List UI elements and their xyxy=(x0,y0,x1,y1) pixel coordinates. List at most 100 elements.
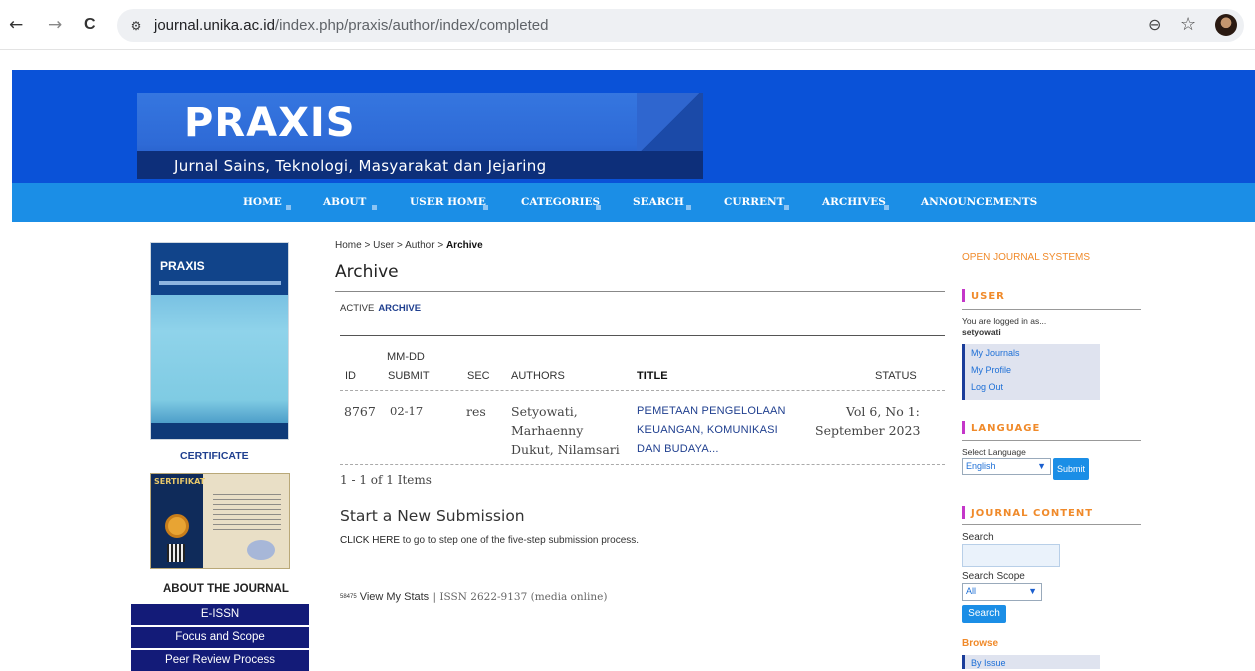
medal-icon xyxy=(165,514,189,538)
reload-icon[interactable]: C xyxy=(84,13,96,37)
ojs-link[interactable]: OPEN JOURNAL SYSTEMS xyxy=(962,251,1090,265)
language-submit-button[interactable]: Submit xyxy=(1053,458,1089,480)
journal-content-title: JOURNAL CONTENT xyxy=(971,508,1094,519)
menu-separator xyxy=(483,205,488,210)
chevron-down-icon: ▼ xyxy=(1037,461,1046,471)
row-authors-line2: Marhaenny xyxy=(511,423,584,438)
breadcrumb-current: Archive xyxy=(445,240,483,251)
qr-code-icon xyxy=(167,544,185,562)
new-submission-heading: Start a New Submission xyxy=(340,507,525,525)
row-section: res xyxy=(466,404,486,419)
search-input[interactable] xyxy=(962,544,1060,567)
block-divider xyxy=(962,524,1141,525)
cert-label: SERTIFIKAT xyxy=(154,477,206,486)
search-label: Search xyxy=(962,532,994,543)
zoom-icon[interactable]: ⊖ xyxy=(1148,15,1161,35)
log-out-link[interactable]: Log Out xyxy=(971,381,1003,393)
breadcrumb-user[interactable]: User xyxy=(373,240,394,251)
visitor-counter: 58475 xyxy=(340,594,357,601)
cover-bottom-band xyxy=(151,423,288,439)
my-profile-link[interactable]: My Profile xyxy=(971,364,1011,376)
about-item-eissn[interactable]: E-ISSN xyxy=(131,604,309,625)
breadcrumb-author[interactable]: Author xyxy=(405,240,434,251)
menu-user-home[interactable]: USER HOME xyxy=(410,195,486,209)
breadcrumb-separator: > xyxy=(394,240,406,251)
row-status-line2: September 2023 xyxy=(815,423,921,438)
row-submit-date: 02-17 xyxy=(390,404,424,418)
menu-separator xyxy=(596,205,601,210)
new-submission-description: to go to step one of the five-step submi… xyxy=(400,535,640,546)
user-block-title: USER xyxy=(971,291,1005,302)
row-title-link-line1[interactable]: PEMETAAN PENGELOLAAN xyxy=(637,402,786,421)
tab-active[interactable]: ACTIVE xyxy=(340,303,374,314)
language-value: English xyxy=(966,461,996,471)
logged-in-label: You are logged in as... xyxy=(962,316,1047,326)
language-select[interactable]: English ▼ xyxy=(962,458,1051,475)
header-title[interactable]: TITLE xyxy=(637,369,668,383)
journal-cover-image[interactable]: PRAXIS xyxy=(150,242,289,440)
row-authors-line3: Dukut, Nilamsari xyxy=(511,442,620,457)
back-arrow-icon[interactable]: ← xyxy=(9,13,23,37)
menu-archives[interactable]: ARCHIVES xyxy=(822,195,886,209)
site-subtitle: Jurnal Sains, Teknologi, Masyarakat dan … xyxy=(174,157,547,175)
menu-separator xyxy=(784,205,789,210)
breadcrumb-home[interactable]: Home xyxy=(335,240,362,251)
row-title-link-line3[interactable]: DAN BUDAYA... xyxy=(637,440,719,459)
row-authors-line1: Setyowati, xyxy=(511,404,578,419)
search-scope-label: Search Scope xyxy=(962,571,1025,582)
new-submission-text: CLICK HERE to go to step one of the five… xyxy=(340,534,639,548)
search-button[interactable]: Search xyxy=(962,605,1006,623)
forward-arrow-icon[interactable]: → xyxy=(48,13,62,37)
site-info-icon[interactable]: ⚙ xyxy=(126,16,146,36)
username: setyowati xyxy=(962,327,1001,337)
stats-footer: 58475 View My Stats | ISSN 2622-9137 (med… xyxy=(340,590,607,604)
row-status-line1: Vol 6, No 1: xyxy=(846,404,920,419)
chevron-down-icon: ▼ xyxy=(1028,586,1037,596)
block-divider xyxy=(962,309,1141,310)
header-divider xyxy=(340,390,945,391)
items-count: 1 - 1 of 1 Items xyxy=(340,473,432,487)
by-issue-item[interactable]: By Issue xyxy=(962,655,1100,669)
table-top-rule xyxy=(340,335,945,336)
search-scope-select[interactable]: All ▼ xyxy=(962,583,1042,601)
certificate-link[interactable]: CERTIFICATE xyxy=(180,449,249,463)
submission-tabs: ACTIVE ARCHIVE xyxy=(340,303,421,315)
menu-separator xyxy=(686,205,691,210)
breadcrumb-separator: > xyxy=(434,240,446,251)
site-title: PRAXIS xyxy=(184,100,356,146)
seal-icon xyxy=(247,540,275,560)
row-divider xyxy=(340,464,945,465)
bookmark-star-icon[interactable]: ☆ xyxy=(1180,15,1196,35)
cover-title: PRAXIS xyxy=(160,259,205,273)
url-text[interactable]: journal.unika.ac.id/index.php/praxis/aut… xyxy=(154,16,548,36)
cover-subtitle-bar xyxy=(159,281,281,285)
menu-search[interactable]: SEARCH xyxy=(633,195,684,209)
menu-current[interactable]: CURRENT xyxy=(724,195,784,209)
language-block-title: LANGUAGE xyxy=(971,423,1041,434)
page-title: Archive xyxy=(335,262,399,282)
row-id: 8767 xyxy=(344,404,376,419)
banner-wedge xyxy=(637,93,703,151)
profile-avatar[interactable] xyxy=(1215,14,1237,36)
menu-separator xyxy=(286,205,291,210)
click-here-link[interactable]: CLICK HERE xyxy=(340,535,400,546)
about-item-peer-review[interactable]: Peer Review Process xyxy=(131,650,309,671)
select-language-label: Select Language xyxy=(962,447,1026,457)
tab-archive[interactable]: ARCHIVE xyxy=(378,303,421,314)
about-item-focus-scope[interactable]: Focus and Scope xyxy=(131,627,309,648)
issn-text: | ISSN 2622-9137 (media online) xyxy=(429,591,608,603)
header-mmdd: MM-DD xyxy=(387,351,425,363)
breadcrumb: Home > User > Author > Archive xyxy=(335,239,483,253)
view-stats-link[interactable]: View My Stats xyxy=(360,591,430,603)
by-issue-link[interactable]: By Issue xyxy=(971,657,1006,669)
title-divider xyxy=(335,291,945,292)
header-id: ID xyxy=(345,370,356,382)
row-title-link-line2[interactable]: KEUANGAN, KOMUNIKASI xyxy=(637,421,778,440)
menu-categories[interactable]: CATEGORIES xyxy=(521,195,600,209)
menu-about[interactable]: ABOUT xyxy=(323,195,366,209)
menu-home[interactable]: HOME xyxy=(243,195,282,209)
my-journals-link[interactable]: My Journals xyxy=(971,347,1020,359)
certificate-image[interactable]: SERTIFIKAT xyxy=(150,473,290,569)
menu-announcements[interactable]: ANNOUNCEMENTS xyxy=(921,195,1037,209)
url-domain: journal.unika.ac.id xyxy=(154,17,275,34)
